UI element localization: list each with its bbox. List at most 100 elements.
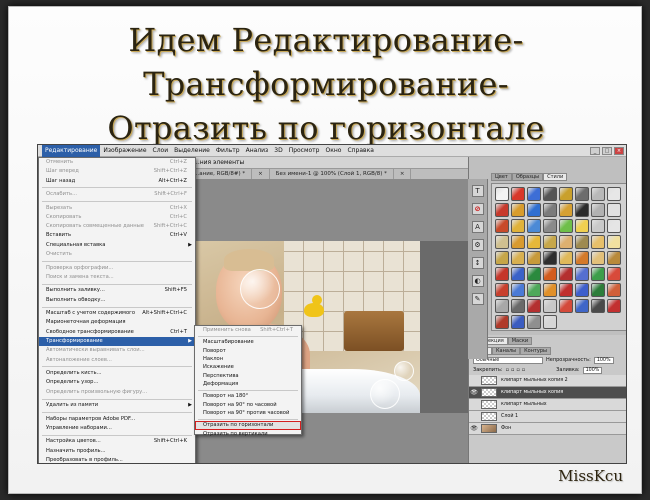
style-swatch[interactable] bbox=[559, 267, 573, 281]
menu-item[interactable]: Удалить из памяти ▶ bbox=[39, 401, 195, 410]
style-swatch[interactable] bbox=[495, 315, 509, 329]
menubar-item[interactable]: Фильтр bbox=[213, 145, 243, 157]
minimize-button[interactable]: _ bbox=[590, 146, 600, 155]
style-swatch[interactable] bbox=[511, 219, 525, 233]
style-swatch[interactable] bbox=[607, 219, 621, 233]
style-swatch[interactable] bbox=[607, 267, 621, 281]
style-swatch[interactable] bbox=[591, 267, 605, 281]
style-swatch[interactable] bbox=[591, 283, 605, 297]
panel-tool-icon[interactable]: ◐ bbox=[471, 275, 484, 287]
menu-item[interactable]: Наклон bbox=[195, 355, 301, 363]
panel-tool-icon[interactable]: ↕ bbox=[471, 257, 484, 269]
style-swatch[interactable] bbox=[607, 187, 621, 201]
style-swatch[interactable] bbox=[495, 203, 509, 217]
style-swatch[interactable] bbox=[575, 267, 589, 281]
menu-item[interactable]: Поворот на 90° по часовой bbox=[195, 401, 301, 409]
style-swatch[interactable] bbox=[607, 299, 621, 313]
style-swatch[interactable] bbox=[495, 299, 509, 313]
menu-item[interactable]: Выполнить обводку... bbox=[39, 296, 195, 305]
menu-item[interactable]: Поворот на 180° bbox=[195, 392, 301, 400]
style-swatch[interactable] bbox=[527, 203, 541, 217]
style-swatch[interactable] bbox=[527, 315, 541, 329]
style-swatch[interactable] bbox=[543, 203, 557, 217]
close-button[interactable]: × bbox=[614, 146, 624, 155]
style-swatch[interactable] bbox=[543, 283, 557, 297]
style-swatch[interactable] bbox=[527, 235, 541, 249]
style-swatch[interactable] bbox=[575, 187, 589, 201]
layer-row[interactable]: клипарт мыльных bbox=[469, 399, 626, 411]
menubar-item[interactable]: Редактирование bbox=[42, 145, 101, 157]
style-swatch[interactable] bbox=[543, 251, 557, 265]
style-swatch[interactable] bbox=[559, 187, 573, 201]
style-swatch[interactable] bbox=[575, 283, 589, 297]
menu-item[interactable]: Вставить Ctrl+V bbox=[39, 231, 195, 240]
menubar-item[interactable]: Анализ bbox=[243, 145, 272, 157]
layer-row[interactable]: Слой 1 bbox=[469, 411, 626, 423]
menu-item[interactable]: Отразить по вертикали bbox=[195, 430, 301, 438]
layer-row[interactable]: клипарт мыльных копия 2 bbox=[469, 375, 626, 387]
layer-row[interactable]: 👁 клипарт мыльных копия bbox=[469, 387, 626, 399]
style-swatch[interactable] bbox=[575, 219, 589, 233]
style-swatch[interactable] bbox=[543, 315, 557, 329]
panel-tool-icon[interactable]: ✎ bbox=[471, 293, 484, 305]
style-swatch[interactable] bbox=[575, 251, 589, 265]
menubar-item[interactable]: Изображение bbox=[100, 145, 149, 157]
menu-item[interactable]: Масштабирование bbox=[195, 338, 301, 346]
menubar-item[interactable]: Просмотр bbox=[286, 145, 323, 157]
style-swatch[interactable] bbox=[495, 219, 509, 233]
menu-item[interactable]: Свободное трансформирование Ctrl+T bbox=[39, 328, 195, 337]
lock-icons[interactable]: ▫▫▫▫ bbox=[506, 365, 528, 375]
opacity-field[interactable]: 100% bbox=[593, 356, 614, 364]
panel-tab[interactable]: Каналы bbox=[492, 347, 521, 355]
style-swatch[interactable] bbox=[543, 299, 557, 313]
style-swatch[interactable] bbox=[527, 283, 541, 297]
eye-icon[interactable]: 👁 bbox=[469, 389, 479, 396]
menu-item[interactable]: Трансформирование ▶ bbox=[39, 336, 195, 347]
menu-item[interactable]: Искажение bbox=[195, 363, 301, 371]
style-swatch[interactable] bbox=[591, 251, 605, 265]
style-swatch[interactable] bbox=[495, 251, 509, 265]
fill-field[interactable]: 100% bbox=[582, 366, 603, 374]
style-swatch[interactable] bbox=[495, 235, 509, 249]
menu-item[interactable]: Поворот на 90° против часовой bbox=[195, 409, 301, 417]
style-swatch[interactable] bbox=[511, 235, 525, 249]
menu-item[interactable]: Наборы параметров Adobe PDF... bbox=[39, 415, 195, 424]
style-swatch[interactable] bbox=[543, 235, 557, 249]
style-swatch[interactable] bbox=[511, 187, 525, 201]
style-swatch[interactable] bbox=[527, 219, 541, 233]
menu-item[interactable]: Отразить по горизонтали bbox=[195, 421, 301, 430]
style-swatch[interactable] bbox=[527, 187, 541, 201]
style-swatch[interactable] bbox=[607, 235, 621, 249]
menubar-item[interactable]: Слои bbox=[150, 145, 172, 157]
style-swatch[interactable] bbox=[543, 187, 557, 201]
style-swatch[interactable] bbox=[607, 251, 621, 265]
style-swatch[interactable] bbox=[527, 299, 541, 313]
panel-tab[interactable]: Стили bbox=[543, 173, 568, 181]
menu-item[interactable]: Деформация bbox=[195, 380, 301, 388]
menu-item[interactable]: Перспектива bbox=[195, 372, 301, 380]
style-swatch[interactable] bbox=[511, 203, 525, 217]
style-swatch[interactable] bbox=[495, 283, 509, 297]
style-swatch[interactable] bbox=[575, 299, 589, 313]
maximize-button[interactable]: □ bbox=[602, 146, 612, 155]
layer-row[interactable]: 👁 Фон bbox=[469, 423, 626, 435]
panel-tab[interactable]: Контуры bbox=[520, 347, 551, 355]
style-swatch[interactable] bbox=[495, 267, 509, 281]
menu-item[interactable]: Настройка цветов... Shift+Ctrl+K bbox=[39, 437, 195, 446]
menu-item[interactable]: Управление наборами... bbox=[39, 424, 195, 433]
menu-item[interactable]: Поворот bbox=[195, 347, 301, 355]
style-swatch[interactable] bbox=[591, 219, 605, 233]
style-swatch[interactable] bbox=[559, 283, 573, 297]
style-swatch[interactable] bbox=[575, 235, 589, 249]
style-swatch[interactable] bbox=[495, 187, 509, 201]
menu-item[interactable]: Специальная вставка ▶ bbox=[39, 241, 195, 250]
menu-item[interactable]: Определить узор... bbox=[39, 378, 195, 387]
style-swatch[interactable] bbox=[527, 251, 541, 265]
style-swatch[interactable] bbox=[543, 219, 557, 233]
style-swatch[interactable] bbox=[511, 251, 525, 265]
style-swatch[interactable] bbox=[591, 299, 605, 313]
style-swatch[interactable] bbox=[511, 315, 525, 329]
panel-tool-icon[interactable]: T bbox=[471, 185, 484, 197]
menubar-item[interactable]: Выделение bbox=[171, 145, 213, 157]
style-swatch[interactable] bbox=[559, 299, 573, 313]
